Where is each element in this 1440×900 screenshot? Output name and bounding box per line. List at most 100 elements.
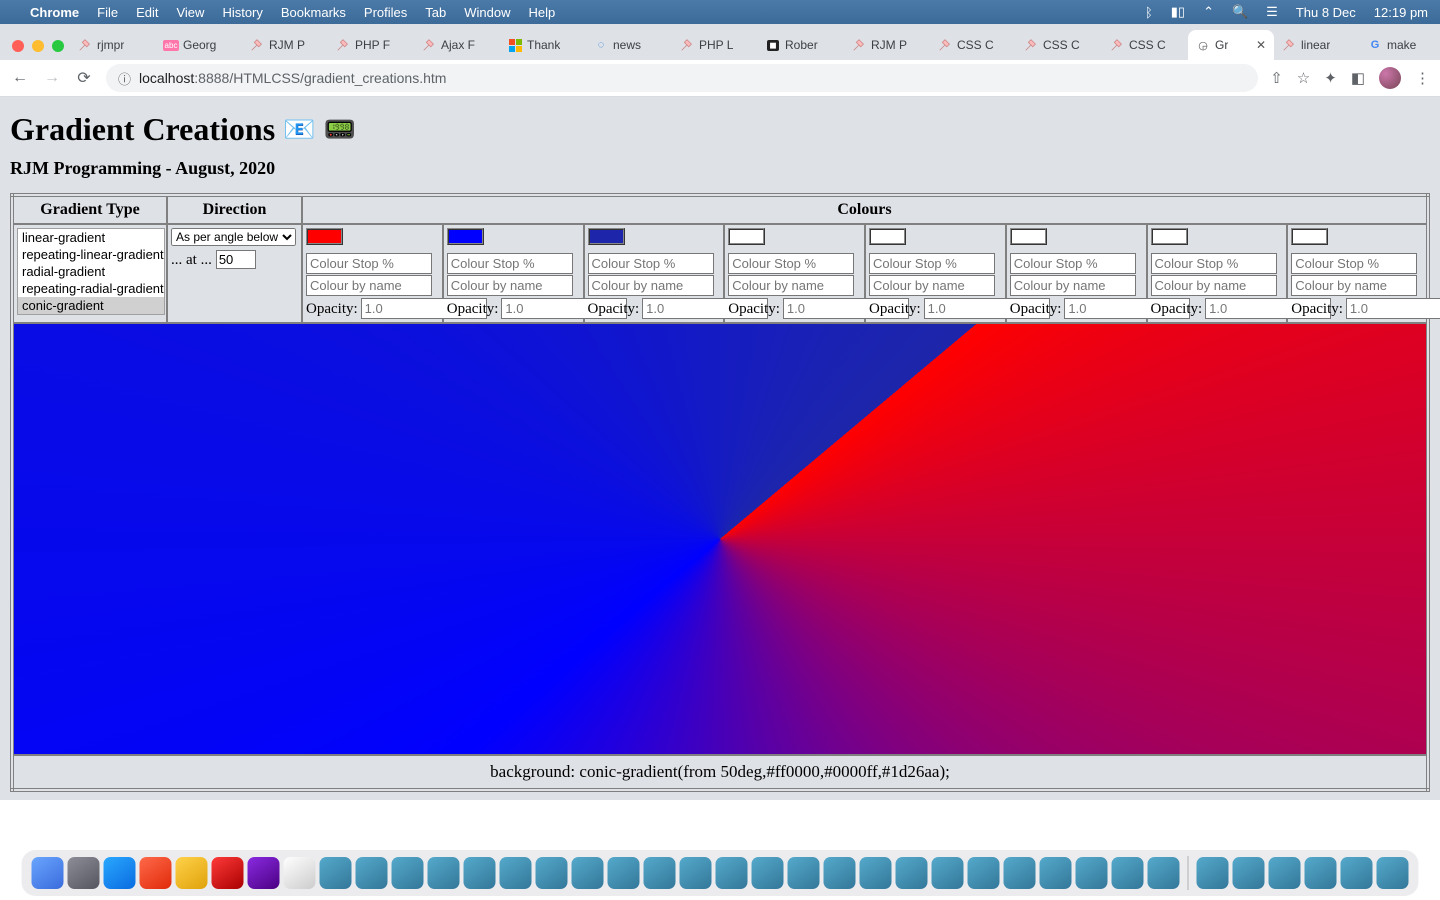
colour-swatch[interactable]: [728, 228, 765, 245]
colour-swatch[interactable]: [1291, 228, 1328, 245]
menu-edit[interactable]: Edit: [136, 5, 158, 20]
browser-tab[interactable]: abcGeorg: [156, 30, 242, 60]
gradient-type-option[interactable]: repeating-linear-gradient: [18, 246, 164, 263]
colour-name-input[interactable]: [306, 275, 432, 296]
browser-tab[interactable]: Thank: [500, 30, 586, 60]
dock-app-icon[interactable]: [1233, 857, 1265, 889]
menu-bookmarks[interactable]: Bookmarks: [281, 5, 346, 20]
dock-app-icon[interactable]: [824, 857, 856, 889]
browser-tab[interactable]: CSS C: [1016, 30, 1102, 60]
browser-tab[interactable]: ◼Rober: [758, 30, 844, 60]
dock-app-icon[interactable]: [104, 857, 136, 889]
menu-profiles[interactable]: Profiles: [364, 5, 407, 20]
browser-tab[interactable]: rjmpr: [70, 30, 156, 60]
dock-app-icon[interactable]: [608, 857, 640, 889]
colour-stop-input[interactable]: [1291, 253, 1417, 274]
colour-name-input[interactable]: [1010, 275, 1136, 296]
dock-app-icon[interactable]: [320, 857, 352, 889]
browser-tab[interactable]: RJM P: [242, 30, 328, 60]
colour-swatch[interactable]: [588, 228, 625, 245]
email-emoji-icon[interactable]: 📧: [283, 115, 315, 145]
tab-close-icon[interactable]: ✕: [1256, 38, 1266, 52]
dock-app-icon[interactable]: [1197, 857, 1229, 889]
dock-app-icon[interactable]: [680, 857, 712, 889]
chrome-menu-icon[interactable]: ⋮: [1415, 69, 1430, 87]
colour-name-input[interactable]: [728, 275, 854, 296]
zoom-window-button[interactable]: [52, 40, 64, 52]
dock-app-icon[interactable]: [68, 857, 100, 889]
menubar-date[interactable]: Thu 8 Dec: [1296, 5, 1356, 20]
browser-tab[interactable]: ◌news: [586, 30, 672, 60]
colour-stop-input[interactable]: [1010, 253, 1136, 274]
menu-view[interactable]: View: [176, 5, 204, 20]
dock-app-icon[interactable]: [1004, 857, 1036, 889]
address-bar[interactable]: ⓘ localhost:8888/HTMLCSS/gradient_creati…: [106, 64, 1258, 92]
browser-tab[interactable]: Ajax F: [414, 30, 500, 60]
colour-stop-input[interactable]: [306, 253, 432, 274]
browser-tab[interactable]: ◶Gr✕: [1188, 30, 1274, 60]
dock-app-icon[interactable]: [212, 857, 244, 889]
dock-app-icon[interactable]: [140, 857, 172, 889]
control-center-icon[interactable]: ☰: [1266, 4, 1278, 20]
browser-tab[interactable]: PHP L: [672, 30, 758, 60]
at-value-input[interactable]: [216, 250, 256, 269]
dock-app-icon[interactable]: [464, 857, 496, 889]
macos-dock[interactable]: [22, 850, 1419, 896]
bookmark-icon[interactable]: ☆: [1297, 69, 1310, 87]
menu-help[interactable]: Help: [529, 5, 556, 20]
dock-app-icon[interactable]: [1148, 857, 1180, 889]
colour-stop-input[interactable]: [1151, 253, 1277, 274]
browser-tab[interactable]: CSS C: [1102, 30, 1188, 60]
dock-app-icon[interactable]: [1341, 857, 1373, 889]
forward-button[interactable]: →: [42, 69, 62, 87]
browser-tab[interactable]: Gmake: [1360, 30, 1440, 60]
wifi-icon[interactable]: ⌃: [1203, 4, 1214, 20]
colour-name-input[interactable]: [447, 275, 573, 296]
battery-icon[interactable]: ▮▯: [1171, 4, 1185, 20]
gradient-type-option[interactable]: radial-gradient: [18, 263, 164, 280]
dock-app-icon[interactable]: [1076, 857, 1108, 889]
dock-app-icon[interactable]: [32, 857, 64, 889]
pager-emoji-icon[interactable]: 📟: [324, 115, 356, 145]
dock-app-icon[interactable]: [752, 857, 784, 889]
reload-button[interactable]: ⟳: [74, 68, 94, 88]
dock-app-icon[interactable]: [1377, 857, 1409, 889]
dock-app-icon[interactable]: [716, 857, 748, 889]
direction-select[interactable]: As per angle below: [171, 228, 296, 246]
share-icon[interactable]: ⇧: [1270, 69, 1283, 87]
gradient-type-option[interactable]: repeating-radial-gradient: [18, 280, 164, 297]
dock-app-icon[interactable]: [392, 857, 424, 889]
extensions-icon[interactable]: ✦: [1324, 69, 1337, 87]
dock-app-icon[interactable]: [644, 857, 676, 889]
dock-app-icon[interactable]: [788, 857, 820, 889]
colour-stop-input[interactable]: [869, 253, 995, 274]
colour-swatch[interactable]: [1010, 228, 1047, 245]
spotlight-icon[interactable]: 🔍: [1232, 4, 1248, 20]
dock-app-icon[interactable]: [500, 857, 532, 889]
dock-app-icon[interactable]: [428, 857, 460, 889]
colour-swatch[interactable]: [1151, 228, 1188, 245]
sidepanel-icon[interactable]: ◧: [1351, 69, 1365, 87]
dock-app-icon[interactable]: [536, 857, 568, 889]
menu-file[interactable]: File: [97, 5, 118, 20]
browser-tab[interactable]: PHP F: [328, 30, 414, 60]
browser-tab[interactable]: linear: [1274, 30, 1360, 60]
colour-stop-input[interactable]: [588, 253, 714, 274]
profile-avatar[interactable]: [1379, 67, 1401, 89]
dock-app-icon[interactable]: [572, 857, 604, 889]
colour-swatch[interactable]: [306, 228, 343, 245]
site-info-icon[interactable]: ⓘ: [118, 69, 131, 88]
dock-app-icon[interactable]: [1305, 857, 1337, 889]
close-window-button[interactable]: [12, 40, 24, 52]
opacity-input[interactable]: [1346, 298, 1440, 319]
colour-swatch[interactable]: [447, 228, 484, 245]
menu-window[interactable]: Window: [464, 5, 510, 20]
menubar-time[interactable]: 12:19 pm: [1374, 5, 1428, 20]
dock-app-icon[interactable]: [176, 857, 208, 889]
colour-stop-input[interactable]: [447, 253, 573, 274]
gradient-type-option[interactable]: linear-gradient: [18, 229, 164, 246]
browser-tab[interactable]: RJM P: [844, 30, 930, 60]
bluetooth-icon[interactable]: ᛒ: [1145, 5, 1153, 20]
gradient-type-list[interactable]: linear-gradientrepeating-linear-gradient…: [17, 228, 165, 315]
dock-app-icon[interactable]: [1269, 857, 1301, 889]
